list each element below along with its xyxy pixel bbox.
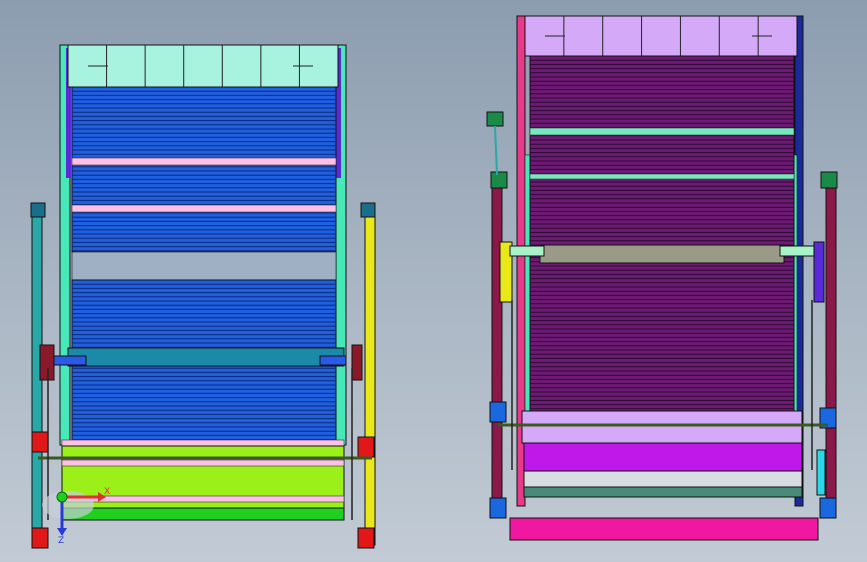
left-roller-end-r: [319, 355, 347, 366]
right-roller[interactable]: [539, 244, 785, 264]
right-machine-assembly[interactable]: [486, 15, 838, 541]
left-roller-end-l: [53, 355, 87, 366]
left-conveyor-gap: [71, 251, 337, 281]
right-roller-bracket-r[interactable]: [813, 241, 825, 303]
left-bottom-green-base: [61, 507, 345, 521]
right-base-plate[interactable]: [509, 517, 819, 541]
right-left-post[interactable]: [491, 174, 503, 516]
left-bottom-stripe-1: [61, 459, 345, 467]
triad-z-arrow: [57, 528, 67, 536]
right-outer-post-cap: [360, 202, 376, 218]
right-conveyor[interactable]: [529, 55, 795, 412]
left-outer-post-cap: [30, 202, 46, 218]
right-belt-stripe-2: [529, 173, 795, 180]
left-pink-strip: [61, 439, 345, 447]
right-pad-4[interactable]: [819, 497, 837, 519]
left-machine-assembly[interactable]: [30, 44, 376, 549]
right-left-post-cap: [490, 171, 508, 189]
right-bottom-gray: [523, 470, 803, 488]
right-cyan-piston: [816, 449, 826, 496]
right-hook: [486, 111, 504, 127]
right-bottom-conveyor[interactable]: [523, 442, 803, 472]
right-hook-rod: [494, 125, 498, 176]
left-pad-3[interactable]: [357, 436, 375, 458]
right-bottom-teal: [523, 486, 803, 498]
assembly-scene[interactable]: X Z: [0, 0, 867, 562]
left-roller[interactable]: [67, 347, 345, 367]
left-pad-2[interactable]: [31, 527, 49, 549]
right-right-post-cap: [820, 171, 838, 189]
cad-viewport[interactable]: X Z: [0, 0, 867, 562]
right-pad-1[interactable]: [489, 401, 507, 423]
left-pad-4[interactable]: [357, 527, 375, 549]
right-roller-end-r: [779, 245, 815, 257]
left-belt-stripe-1: [71, 157, 337, 166]
left-belt-stripe-2: [71, 204, 337, 213]
right-belt-stripe-1: [529, 127, 795, 136]
left-roller-bracket-r[interactable]: [351, 344, 363, 381]
left-roller-bracket-l[interactable]: [39, 344, 55, 381]
right-roller-end-l: [509, 245, 545, 257]
left-pad-1[interactable]: [31, 431, 49, 453]
triad-z-label: Z: [58, 536, 64, 546]
right-bottom-lilac: [521, 410, 803, 444]
right-right-post[interactable]: [825, 174, 837, 516]
triad-x-label: X: [104, 487, 110, 497]
right-pad-2[interactable]: [489, 497, 507, 519]
triad-origin: [56, 491, 68, 503]
right-outer-post[interactable]: [364, 204, 376, 546]
triad-shadow: [42, 491, 94, 519]
